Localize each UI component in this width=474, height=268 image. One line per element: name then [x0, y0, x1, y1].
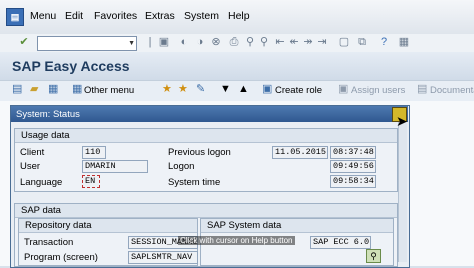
menu-icon[interactable]: ▤ [12, 83, 22, 95]
dialog-title: System: Status [16, 109, 80, 120]
assign-users-button[interactable]: Assign users [351, 85, 405, 96]
next-page-icon[interactable]: ↠ [302, 36, 314, 48]
last-page-icon[interactable]: ⇥ [316, 36, 328, 48]
menu-favorites[interactable]: Favorites [94, 10, 137, 22]
chevron-down-icon[interactable]: ▼ [128, 40, 135, 47]
dialog-titlebar[interactable]: System: Status [11, 106, 408, 122]
documentation-icon[interactable]: ▤ [417, 83, 427, 95]
dialog-scrollbar[interactable] [398, 122, 407, 262]
menu-edit[interactable]: Edit [65, 10, 83, 22]
back-icon[interactable]: ◐ [178, 36, 190, 48]
previous-logon-date: 11.05.2015 [272, 146, 328, 159]
system-time-label: System time [168, 177, 221, 188]
add-favorite-icon[interactable]: ★ [162, 83, 172, 95]
page-title: SAP Easy Access [12, 58, 130, 74]
menu-help[interactable]: Help [228, 10, 250, 22]
find-next-icon[interactable]: ⚲ [258, 36, 270, 48]
shortcut-icon[interactable]: ⧉ [356, 36, 368, 48]
program-field: SAPLSMTR_NAV [128, 251, 198, 264]
prev-page-icon[interactable]: ↞ [288, 36, 300, 48]
client-field: 110 [82, 146, 106, 159]
sap-menu-icon[interactable]: ▦ [48, 83, 58, 95]
sap-system-data-header: SAP System data [201, 219, 393, 233]
save-icon[interactable]: ▣ [158, 36, 170, 48]
mouse-cursor-icon: ➤ [396, 113, 408, 129]
sap-menu-icon[interactable]: ▤ [6, 8, 24, 26]
menu-extras[interactable]: Extras [145, 10, 175, 22]
language-label: Language [20, 177, 63, 188]
first-page-icon[interactable]: ⇤ [274, 36, 286, 48]
menu-menu[interactable]: Menu [30, 10, 56, 22]
component-info-icon[interactable]: ⚲ [366, 249, 381, 263]
delete-favorite-icon[interactable]: ★ [178, 83, 188, 95]
client-label: Client [20, 147, 45, 158]
logon-label: Logon [168, 161, 195, 172]
help-icon[interactable]: ? [378, 36, 390, 48]
create-role-icon[interactable]: ▣ [262, 83, 272, 95]
sap-data-header: SAP data [15, 204, 397, 218]
other-menu-button[interactable]: Other menu [84, 85, 134, 96]
assign-users-icon[interactable]: ▣ [338, 83, 348, 95]
separator-icon: | [148, 36, 152, 48]
logon-time: 09:49:56 [330, 160, 376, 173]
previous-logon-label: Previous logon [168, 147, 231, 158]
edit-icon[interactable]: ✎ [196, 83, 205, 95]
user-label: User [20, 161, 41, 172]
folder-icon[interactable]: ▰ [30, 83, 38, 95]
triangle-up-icon[interactable]: ▲ [238, 83, 249, 95]
command-field[interactable]: ▼ [37, 36, 137, 51]
system-time: 09:58:34 [330, 175, 376, 188]
menu-system[interactable]: System [184, 10, 219, 22]
new-session-icon[interactable]: ▢ [338, 36, 350, 48]
tooltip-overlay: Click with cursor on Help button [178, 236, 295, 245]
repository-data-header: Repository data [19, 219, 197, 233]
program-screen-label: Program (screen) [24, 252, 98, 263]
user-field: DMARIN [82, 160, 148, 173]
exit-icon[interactable]: ◑ [194, 36, 206, 48]
previous-logon-time: 08:37:48 [330, 146, 376, 159]
other-menu-icon[interactable]: ▦ [72, 83, 82, 95]
sap-system-field: SAP ECC 6.0 [310, 236, 371, 249]
find-icon[interactable]: ⚲ [244, 36, 256, 48]
documentation-button[interactable]: Documenta [430, 85, 474, 96]
language-field: EN [82, 175, 100, 188]
create-role-button[interactable]: Create role [275, 85, 322, 96]
usage-data-header: Usage data [15, 129, 397, 143]
print-icon[interactable]: ⎙ [228, 36, 240, 48]
triangle-down-icon[interactable]: ▼ [220, 83, 231, 95]
layout-icon[interactable]: ▦ [398, 36, 410, 48]
cancel-icon[interactable]: ⊗ [210, 36, 222, 48]
enter-icon[interactable]: ✔ [18, 36, 30, 48]
transaction-label: Transaction [24, 237, 74, 248]
